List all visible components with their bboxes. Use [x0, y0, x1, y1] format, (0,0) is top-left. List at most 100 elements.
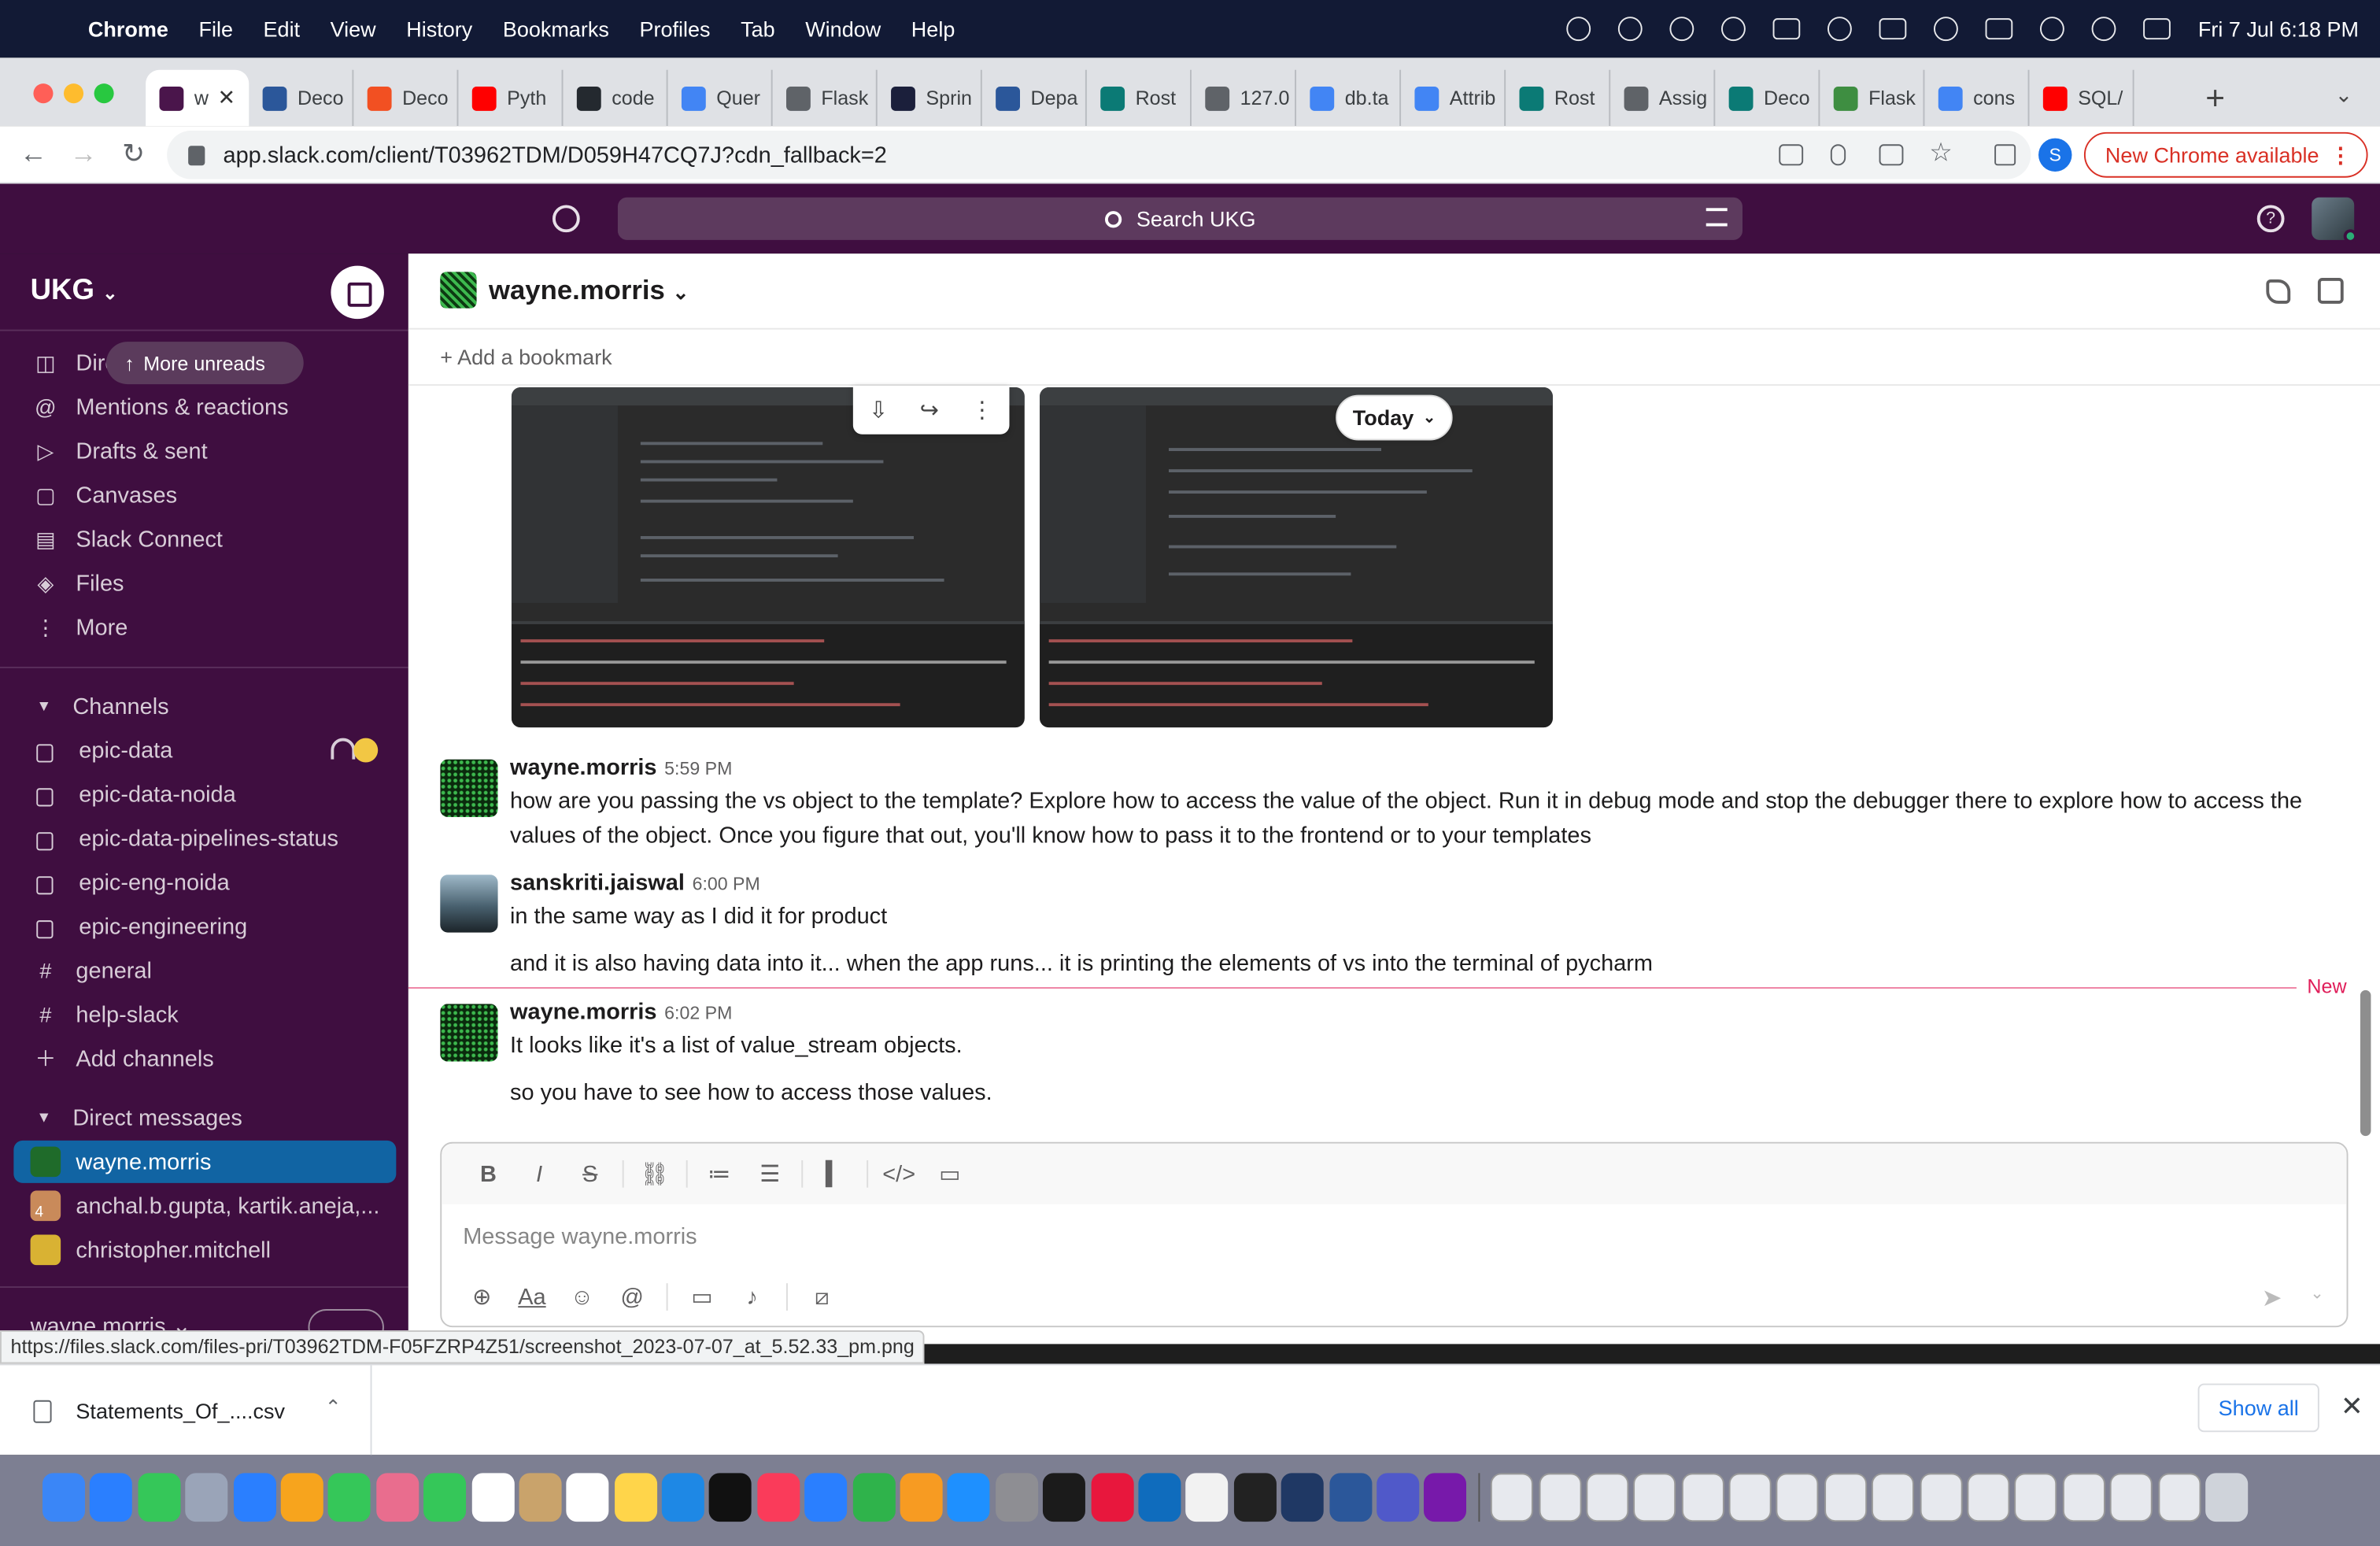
dock-minimized-window-icon[interactable] [2014, 1473, 2057, 1522]
menu-profiles[interactable]: Profiles [639, 17, 710, 41]
screenshot-attachment[interactable] [1040, 386, 1553, 728]
dock-app-icon[interactable] [709, 1473, 752, 1522]
sidebar-item-channel-epic-data-pipelines-status[interactable]: epic-data-pipelines-status [33, 819, 338, 858]
battery-icon[interactable] [1985, 18, 2013, 40]
menu-clock[interactable]: Fri 7 Jul 6:18 PM [2198, 17, 2359, 41]
more-actions-icon[interactable]: ⋮ [970, 397, 993, 423]
compose-message-button[interactable] [331, 265, 384, 320]
cast-icon[interactable] [1779, 144, 1804, 166]
dock-app-icon[interactable] [138, 1473, 181, 1522]
bookmark-star-icon[interactable]: ☆ [1929, 139, 1953, 168]
link-icon[interactable]: ⛓ [629, 1160, 680, 1188]
browser-tab[interactable]: Deco [353, 69, 459, 127]
message-author[interactable]: sanskriti.jaiswal 6:00 PM [510, 870, 760, 896]
new-chrome-available-button[interactable]: New Chrome available ⋮ [2083, 131, 2368, 178]
sidebar-item-canvases[interactable]: ▢ Canvases [33, 475, 177, 515]
italic-icon[interactable]: I [514, 1161, 565, 1187]
dock-app-icon[interactable] [1329, 1473, 1372, 1522]
screen-mirror-icon[interactable] [1772, 18, 1801, 40]
sidebar-item-dm[interactable]: 4 anchal.b.gupta, kartik.aneja,... [13, 1185, 396, 1227]
close-icon[interactable]: ✕ [2341, 1391, 2363, 1423]
canvas-icon[interactable] [2317, 278, 2344, 304]
microphone-icon[interactable] [1830, 144, 1846, 166]
browser-tab[interactable]: Attrib [1401, 69, 1506, 127]
address-url[interactable]: app.slack.com/client/T03962TDM/D059H47CQ… [223, 142, 886, 168]
avatar[interactable] [440, 875, 498, 933]
ordered-list-icon[interactable]: ≔ [693, 1160, 745, 1188]
browser-tab[interactable]: Assig [1610, 69, 1716, 127]
browser-tab[interactable]: Flask [1820, 69, 1925, 127]
sidebar-item-channel-general[interactable]: # general [33, 951, 152, 990]
status-app-icon[interactable] [1566, 17, 1591, 42]
menu-window[interactable]: Window [805, 17, 881, 41]
reload-icon[interactable]: ↻ [116, 139, 150, 171]
side-panel-icon[interactable] [1994, 144, 2016, 166]
menu-tab[interactable]: Tab [741, 17, 775, 41]
message[interactable]: sanskriti.jaiswal 6:00 PM in the same way… [440, 870, 2367, 982]
play-icon[interactable] [1934, 17, 1959, 42]
sidebar-item-channel-epic-eng-noida[interactable]: epic-eng-noida [33, 863, 230, 902]
sidebar-item-files[interactable]: ◈ Files [33, 564, 124, 603]
author-name[interactable]: wayne.morris [510, 999, 657, 1025]
sidebar-item-channel-epic-data[interactable]: epic-data [33, 730, 172, 770]
dock-app-icon[interactable] [1185, 1473, 1229, 1522]
browser-tab[interactable]: Pyth [458, 69, 564, 127]
send-icon[interactable]: ➤ [2262, 1283, 2286, 1312]
message[interactable]: wayne.morris 6:02 PM It looks like it's a… [440, 999, 2367, 1111]
code-icon[interactable]: </> [874, 1161, 925, 1187]
search-bar[interactable]: Search UKG [617, 197, 1743, 240]
dock-minimized-window-icon[interactable] [1586, 1473, 1629, 1522]
lock-icon[interactable] [188, 145, 205, 165]
dock-app-icon[interactable] [1424, 1473, 1467, 1522]
dock-minimized-window-icon[interactable] [1491, 1473, 1534, 1522]
message-author[interactable]: wayne.morris 6:02 PM [510, 999, 732, 1025]
share-icon[interactable] [1879, 144, 1904, 166]
sidebar-item-dm[interactable]: christopher.mitchell [13, 1229, 396, 1271]
more-unreads-button[interactable]: ↑ More unreads [105, 342, 304, 385]
my-avatar[interactable] [2312, 197, 2358, 243]
dock-app-icon[interactable] [566, 1473, 609, 1522]
browser-tab[interactable]: Deco [249, 69, 354, 127]
control-center-icon[interactable] [2143, 18, 2171, 40]
focus-moon-icon[interactable] [1828, 17, 1853, 42]
emoji-icon[interactable]: ☺ [557, 1284, 608, 1310]
add-bookmark-button[interactable]: + Add a bookmark [440, 345, 612, 369]
message-timestamp[interactable]: 6:02 PM [664, 1002, 732, 1023]
browser-tab[interactable]: cons [1924, 69, 2030, 127]
dock-app-icon[interactable] [995, 1473, 1038, 1522]
browser-tab[interactable]: Deco [1715, 69, 1820, 127]
dock-app-icon[interactable] [185, 1473, 228, 1522]
history-clock-icon[interactable] [552, 205, 580, 233]
dock-app-icon[interactable] [757, 1473, 800, 1522]
dock-minimized-window-icon[interactable] [1919, 1473, 1962, 1522]
dm-section-header[interactable]: ▼ Direct messages [36, 1098, 242, 1137]
phone-call-icon[interactable] [2266, 279, 2291, 304]
scrollbar-thumb[interactable] [2360, 989, 2371, 1137]
dock-minimized-window-icon[interactable] [2157, 1473, 2201, 1522]
dock-app-icon[interactable] [423, 1473, 467, 1522]
dock-app-icon[interactable] [1138, 1473, 1181, 1522]
download-cloud-icon[interactable]: ⇩ [869, 397, 888, 423]
dock-app-icon[interactable] [90, 1473, 133, 1522]
strikethrough-icon[interactable]: S [564, 1161, 615, 1187]
message[interactable]: wayne.morris 5:59 PM how are you passing … [440, 755, 2367, 858]
chevron-up-icon[interactable]: ⌃ [325, 1396, 342, 1420]
dock-app-icon[interactable] [1281, 1473, 1325, 1522]
tab-search-chevron-icon[interactable]: ⌄ [2335, 82, 2353, 108]
screenshot-attachment[interactable] [511, 386, 1025, 728]
attach-plus-icon[interactable]: ⊕ [456, 1283, 507, 1311]
dock-app-icon[interactable] [1043, 1473, 1086, 1522]
wifi-icon[interactable] [2040, 17, 2065, 42]
browser-tab[interactable]: db.ta [1296, 69, 1402, 127]
video-clip-icon[interactable]: ▭ [677, 1283, 727, 1311]
browser-tab[interactable]: SQL/ [2029, 69, 2134, 127]
bulleted-list-icon[interactable]: ☰ [745, 1160, 796, 1188]
avatar[interactable] [440, 1004, 498, 1062]
dock-minimized-window-icon[interactable] [1538, 1473, 1581, 1522]
show-all-downloads-button[interactable]: Show all [2197, 1383, 2319, 1433]
browser-tab[interactable]: code [563, 69, 668, 127]
bold-icon[interactable]: B [463, 1161, 514, 1187]
sidebar-item-dm[interactable]: wayne.morris [13, 1140, 397, 1183]
text-format-icon[interactable]: Aa [507, 1284, 557, 1310]
dock-minimized-window-icon[interactable] [1681, 1473, 1724, 1522]
